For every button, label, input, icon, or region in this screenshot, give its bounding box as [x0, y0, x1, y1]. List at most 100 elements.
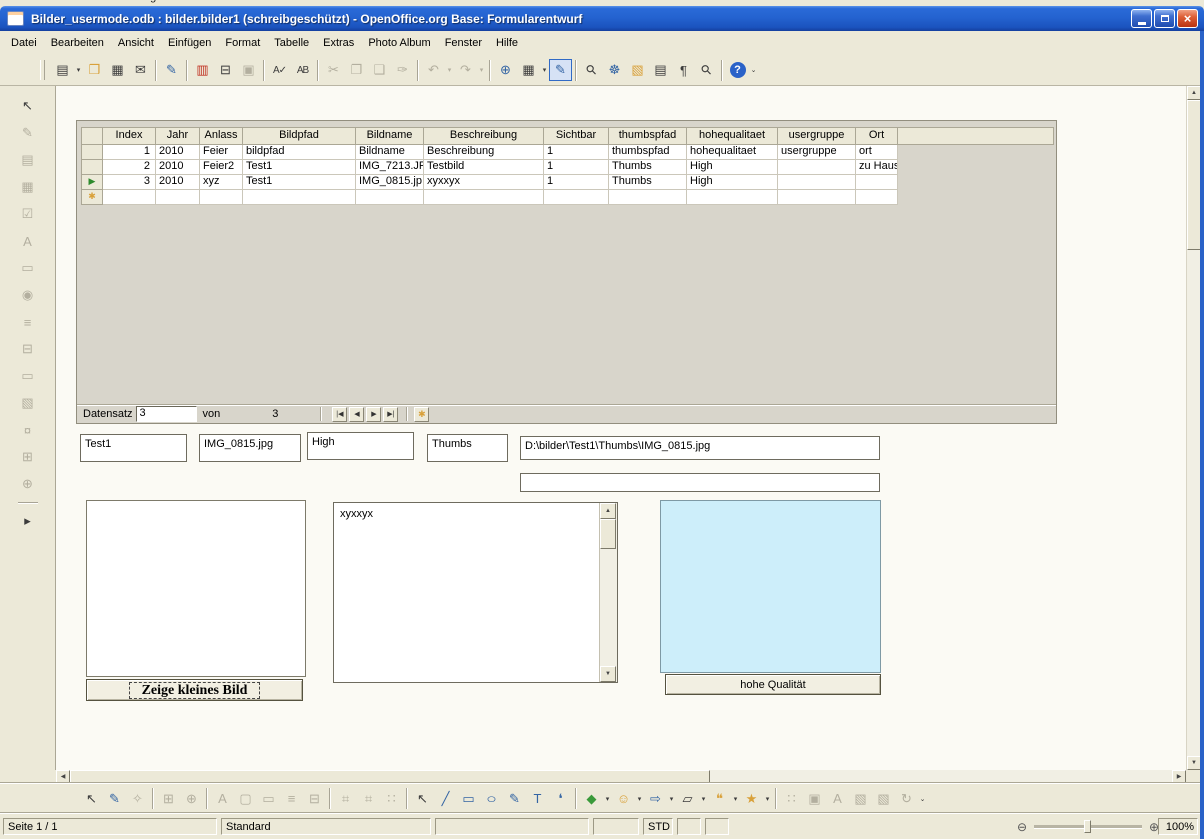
line-tool-icon[interactable]: ╱ [434, 788, 457, 810]
new-row-indicator-icon[interactable]: ✱ [82, 190, 103, 205]
column-header-index[interactable]: Index [103, 128, 156, 145]
display-grid-icon[interactable]: ⌗ [334, 788, 357, 810]
cell[interactable]: Bildname [356, 145, 424, 160]
select-drawing-icon[interactable]: ↖ [411, 788, 434, 810]
label-control-icon[interactable]: A [211, 788, 234, 810]
cell[interactable] [243, 190, 356, 205]
status-insert-mode[interactable]: STD [643, 818, 673, 835]
export-pdf-icon[interactable]: ▥ [191, 59, 214, 81]
symbol-shapes-icon[interactable]: ☺ [612, 788, 635, 810]
edit-points-icon[interactable]: ∷ [780, 788, 803, 810]
record-number-input[interactable]: 3 [136, 406, 197, 422]
column-header-jahr[interactable]: Jahr [156, 128, 200, 145]
select-icon[interactable]: ↖ [80, 788, 103, 810]
add-field-icon[interactable]: ⊕ [15, 472, 41, 496]
next-record-button[interactable]: ▶ [366, 407, 381, 422]
column-header-bildpfad[interactable]: Bildpfad [243, 128, 356, 145]
cell[interactable]: xyz [200, 175, 243, 190]
gallery-icon[interactable]: ▧ [626, 59, 649, 81]
combobox-control-icon[interactable]: ⊟ [303, 788, 326, 810]
fontwork-icon[interactable]: A [826, 788, 849, 810]
undo-dropdown-icon[interactable]: ▾ [445, 59, 454, 81]
menu-einfuegen[interactable]: Einfügen [161, 34, 218, 52]
new-record-button[interactable]: ✱ [414, 407, 429, 422]
listbox-control-icon[interactable]: ≡ [15, 310, 41, 334]
scrollbar-thumb[interactable] [600, 519, 616, 549]
symbol-shapes-dropdown-icon[interactable]: ▾ [635, 788, 644, 810]
cell[interactable]: 3 [103, 175, 156, 190]
cell[interactable]: Testbild [424, 160, 544, 175]
cell[interactable]: 1 [544, 160, 609, 175]
minimize-button[interactable] [1131, 9, 1152, 28]
add-field-icon[interactable]: ⊕ [180, 788, 203, 810]
menu-hilfe[interactable]: Hilfe [489, 34, 525, 52]
select-icon[interactable]: ↖ [15, 94, 41, 118]
listbox-control-icon[interactable]: ≡ [280, 788, 303, 810]
cell[interactable]: 1 [103, 145, 156, 160]
spellcheck-icon[interactable]: A✓ [268, 59, 291, 81]
bildname-field[interactable]: IMG_0815.jpg [199, 434, 301, 462]
block-arrows-dropdown-icon[interactable]: ▾ [667, 788, 676, 810]
block-arrows-icon[interactable]: ⇨ [644, 788, 667, 810]
cell[interactable] [544, 190, 609, 205]
toolbar-overflow-icon[interactable]: ⌄ [918, 788, 927, 810]
cell[interactable] [778, 190, 856, 205]
extrusion-icon[interactable]: ▣ [803, 788, 826, 810]
cell[interactable]: xyxxyx [424, 175, 544, 190]
form-navigator-icon[interactable]: ⊞ [15, 445, 41, 469]
auto-spellcheck-icon[interactable]: AB [291, 59, 314, 81]
basic-shapes-icon[interactable]: ◆ [580, 788, 603, 810]
redo-icon[interactable]: ↷ [454, 59, 477, 81]
menu-tabelle[interactable]: Tabelle [267, 34, 316, 52]
column-header-beschreibung[interactable]: Beschreibung [424, 128, 544, 145]
cell[interactable]: bildpfad [243, 145, 356, 160]
vertical-scrollbar[interactable]: ▲ ▼ [1186, 86, 1200, 770]
cell[interactable]: 2 [103, 160, 156, 175]
rotate-icon[interactable]: ↻ [895, 788, 918, 810]
form-properties-icon[interactable]: ▦ [15, 175, 41, 199]
menu-format[interactable]: Format [218, 34, 267, 52]
thumbspfad-field[interactable]: Thumbs [427, 434, 508, 462]
scroll-up-icon[interactable]: ▲ [1187, 86, 1201, 100]
show-small-image-button[interactable]: Zeige kleines Bild [86, 679, 303, 701]
cell[interactable]: zu Haus [856, 160, 898, 175]
text-tool-icon[interactable]: T [526, 788, 549, 810]
cell[interactable]: Thumbs [609, 175, 687, 190]
textbox-control-icon[interactable]: ▭ [15, 256, 41, 280]
insert-table-dropdown-icon[interactable]: ▾ [540, 59, 549, 81]
cell[interactable] [356, 190, 424, 205]
zoom-level[interactable]: 100% [1158, 818, 1198, 835]
cut-icon[interactable]: ✂ [322, 59, 345, 81]
cell[interactable] [103, 190, 156, 205]
image-control-icon[interactable]: ▧ [15, 391, 41, 415]
small-image-box[interactable] [86, 500, 306, 677]
new-document-icon[interactable]: ▤ [51, 59, 74, 81]
toolbar-grip[interactable] [40, 60, 45, 80]
scroll-left-icon[interactable]: ◀ [56, 770, 70, 783]
cell[interactable]: Thumbs [609, 160, 687, 175]
column-header-bildname[interactable]: Bildname [356, 128, 424, 145]
form-navigator-icon[interactable]: ⊞ [157, 788, 180, 810]
cell[interactable] [778, 175, 856, 190]
more-controls-icon[interactable]: ▸ [15, 509, 41, 533]
cell[interactable]: 1 [544, 175, 609, 190]
help-icon[interactable]: ? [726, 59, 749, 81]
extra-field[interactable] [520, 473, 880, 492]
qualitaet-field[interactable]: High [307, 432, 414, 460]
basic-shapes-dropdown-icon[interactable]: ▾ [603, 788, 612, 810]
redo-dropdown-icon[interactable]: ▾ [477, 59, 486, 81]
scrollbar-thumb[interactable] [1187, 100, 1201, 250]
cell[interactable] [609, 190, 687, 205]
cell[interactable]: Feier2 [200, 160, 243, 175]
column-header-hohequalitaet[interactable]: hohequalitaet [687, 128, 778, 145]
combobox-control-icon[interactable]: ⊟ [15, 337, 41, 361]
control-properties-icon[interactable]: ▤ [15, 148, 41, 172]
scrollbar-thumb[interactable] [70, 770, 710, 783]
option-button-control-icon[interactable]: ◉ [15, 283, 41, 307]
stars-dropdown-icon[interactable]: ▾ [763, 788, 772, 810]
close-button[interactable]: × [1177, 9, 1198, 28]
cell[interactable]: 2010 [156, 160, 200, 175]
scroll-down-icon[interactable]: ▼ [1187, 756, 1201, 770]
quality-image-box[interactable] [660, 500, 881, 673]
menu-photo-album[interactable]: Photo Album [361, 34, 437, 52]
